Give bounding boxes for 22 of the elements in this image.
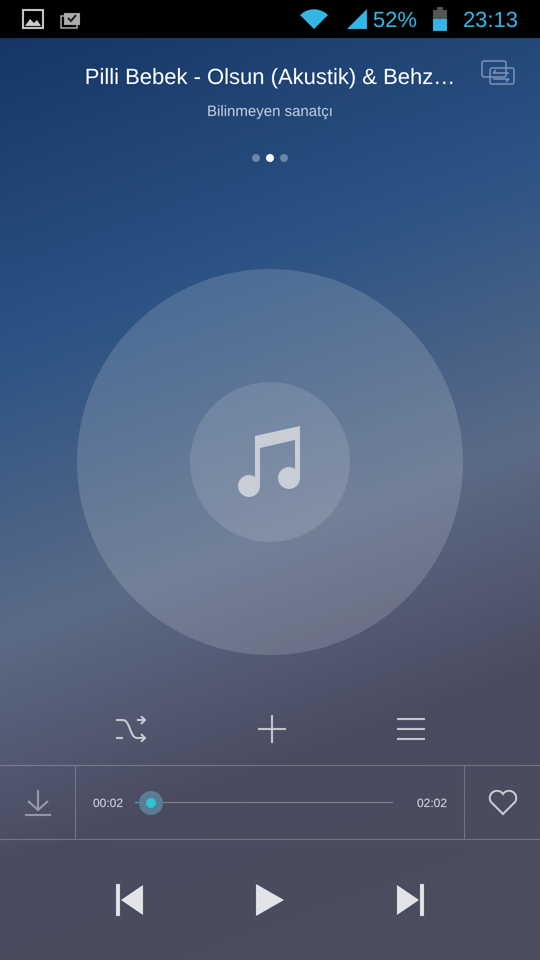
total-time: 02:02 bbox=[416, 794, 447, 812]
add-icon[interactable] bbox=[258, 714, 286, 743]
signal-icon bbox=[344, 8, 369, 30]
progress-thumb[interactable] bbox=[139, 790, 164, 815]
song-title: Pilli Bebek - Olsun (Akustik) & Behz… bbox=[84, 63, 456, 91]
clock: 23:13 bbox=[462, 6, 518, 34]
switch-output-icon[interactable] bbox=[481, 60, 515, 86]
previous-icon[interactable] bbox=[116, 884, 144, 916]
playlist-icon[interactable] bbox=[396, 718, 425, 740]
download-icon[interactable] bbox=[24, 790, 50, 816]
artist-name: Bilinmeyen sanatçı bbox=[207, 102, 333, 122]
play-icon[interactable] bbox=[256, 884, 284, 916]
battery-percent: 52% bbox=[372, 6, 417, 34]
elapsed-time: 00:02 bbox=[93, 794, 124, 812]
music-note-icon bbox=[237, 424, 303, 500]
battery-icon bbox=[432, 7, 447, 31]
heart-icon[interactable] bbox=[488, 790, 518, 816]
wifi-icon bbox=[298, 8, 329, 30]
progress-track[interactable] bbox=[135, 790, 393, 815]
image-icon bbox=[22, 9, 44, 29]
shuffle-icon[interactable] bbox=[115, 716, 148, 742]
next-icon[interactable] bbox=[396, 884, 424, 916]
